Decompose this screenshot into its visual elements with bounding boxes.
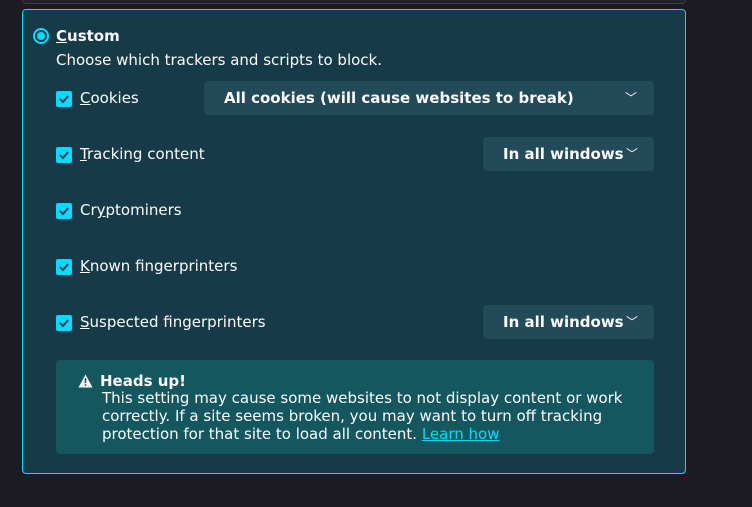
cookies-row: Cookies All cookies (will cause websites… <box>56 81 654 115</box>
cookies-select[interactable]: All cookies (will cause websites to brea… <box>204 81 654 115</box>
tracking-content-select-value: In all windows <box>503 145 624 163</box>
custom-description: Choose which trackers and scripts to blo… <box>56 51 382 69</box>
checkmark-icon <box>59 207 69 216</box>
known-fingerprinters-label: Known fingerprinters <box>80 257 238 275</box>
chevron-down-icon: ﹀ <box>625 91 638 105</box>
suspected-fingerprinters-select-value: In all windows <box>503 313 624 331</box>
chevron-down-icon: ﹀ <box>626 315 639 329</box>
tracking-content-row: Tracking content In all windows ﹀ <box>56 137 654 171</box>
custom-title: Custom <box>56 27 120 45</box>
warning-icon <box>78 374 93 388</box>
cookies-checkbox[interactable] <box>56 91 72 107</box>
checkmark-icon <box>59 263 69 272</box>
known-fingerprinters-checkbox[interactable] <box>56 259 72 275</box>
alert-message: This setting may cause some websites to … <box>102 389 623 443</box>
heads-up-alert: Heads up! This setting may cause some we… <box>56 360 654 454</box>
cookies-label: Cookies <box>80 89 139 107</box>
tracking-content-label: Tracking content <box>80 145 205 163</box>
tracking-content-checkbox[interactable] <box>56 147 72 163</box>
learn-how-link[interactable]: Learn how <box>422 425 500 443</box>
known-fingerprinters-row: Known fingerprinters <box>56 249 654 283</box>
cryptominers-row: Cryptominers <box>56 193 654 227</box>
suspected-fingerprinters-checkbox[interactable] <box>56 315 72 331</box>
suspected-fingerprinters-row: Suspected fingerprinters In all windows … <box>56 305 654 339</box>
suspected-fingerprinters-select[interactable]: In all windows ﹀ <box>483 305 654 339</box>
suspected-fingerprinters-label: Suspected fingerprinters <box>80 313 266 331</box>
checkmark-icon <box>59 151 69 160</box>
cryptominers-checkbox[interactable] <box>56 203 72 219</box>
previous-option-card <box>22 0 686 4</box>
custom-radio-button[interactable] <box>33 28 49 44</box>
custom-protection-panel: Custom Choose which trackers and scripts… <box>22 9 686 474</box>
alert-title: Heads up! <box>100 372 186 390</box>
checkmark-icon <box>59 319 69 328</box>
chevron-down-icon: ﹀ <box>626 147 639 161</box>
tracking-content-select[interactable]: In all windows ﹀ <box>483 137 654 171</box>
cookies-select-value: All cookies (will cause websites to brea… <box>224 89 574 107</box>
cryptominers-label: Cryptominers <box>80 201 182 219</box>
checkmark-icon <box>59 95 69 104</box>
